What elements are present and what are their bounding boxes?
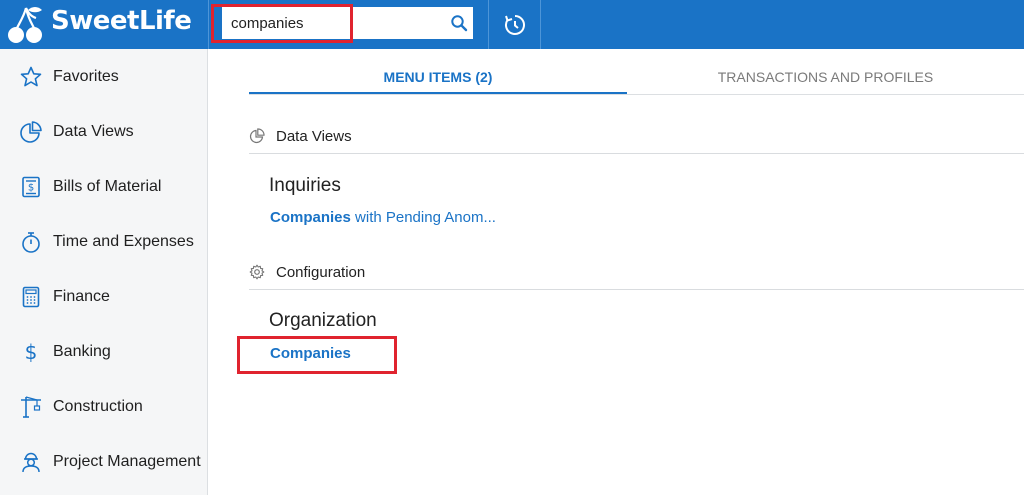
result-match: Companies xyxy=(270,209,351,226)
sidebar-item-label: Data Views xyxy=(53,122,134,140)
worker-icon xyxy=(22,452,40,472)
star-icon xyxy=(20,66,42,86)
history-button[interactable] xyxy=(489,0,540,49)
pie-chart-icon xyxy=(20,120,42,143)
sidebar-item-label: Time and Expenses xyxy=(53,232,194,250)
sidebar-item-bills-of-material[interactable]: $ Bills of Material xyxy=(0,159,207,214)
pie-chart-icon xyxy=(249,128,265,144)
divider xyxy=(208,0,209,49)
sidebar-item-label: Bills of Material xyxy=(53,177,162,195)
section-configuration: Configuration xyxy=(249,260,1024,290)
sidebar-item-label: Project Management xyxy=(53,452,201,470)
section-label: Configuration xyxy=(276,264,366,281)
history-icon xyxy=(504,14,525,35)
group-title-organization: Organization xyxy=(269,310,377,331)
group-title-inquiries: Inquiries xyxy=(269,175,341,196)
svg-text:$: $ xyxy=(25,340,38,364)
sidebar: Favorites Data Views $ Bills of Material… xyxy=(0,49,208,495)
invoice-icon: $ xyxy=(22,176,40,197)
sidebar-item-label: Favorites xyxy=(53,67,119,85)
sidebar-item-data-views[interactable]: Data Views xyxy=(0,104,207,159)
calculator-icon xyxy=(22,286,40,307)
search-highlight-box xyxy=(211,4,353,43)
section-data-views: Data Views xyxy=(249,124,1024,154)
sidebar-item-construction[interactable]: Construction xyxy=(0,379,207,434)
crane-icon xyxy=(21,395,41,418)
sidebar-item-banking[interactable]: $ Banking xyxy=(0,324,207,379)
brand-name: SweetLife xyxy=(51,6,192,36)
sidebar-item-project-management[interactable]: Project Management xyxy=(0,434,207,489)
tab-menu-items[interactable]: MENU ITEMS (2) xyxy=(249,60,627,95)
cherry-logo-icon xyxy=(8,7,42,43)
section-label: Data Views xyxy=(276,128,352,145)
tab-transactions-and-profiles[interactable]: TRANSACTIONS AND PROFILES xyxy=(627,60,1024,95)
result-rest: with Pending Anom... xyxy=(350,209,496,226)
sidebar-item-label: Banking xyxy=(53,342,111,360)
logo[interactable]: SweetLife xyxy=(0,0,208,49)
divider xyxy=(540,0,541,49)
top-bar: SweetLife xyxy=(0,0,1024,49)
result-link-companies-pending-anomalies[interactable]: Companies with Pending Anom... xyxy=(270,209,496,226)
search-icon[interactable] xyxy=(450,14,468,32)
tab-underline xyxy=(249,94,1024,95)
result-highlight-box xyxy=(237,336,397,374)
sidebar-item-label: Construction xyxy=(53,397,143,415)
gear-icon xyxy=(249,264,265,280)
sidebar-item-favorites[interactable]: Favorites xyxy=(0,49,207,104)
dollar-icon: $ xyxy=(25,340,38,364)
sidebar-item-label: Finance xyxy=(53,287,110,305)
sidebar-item-finance[interactable]: Finance xyxy=(0,269,207,324)
sidebar-item-time-and-expenses[interactable]: Time and Expenses xyxy=(0,214,207,269)
svg-text:$: $ xyxy=(28,182,34,193)
stopwatch-icon xyxy=(22,231,40,253)
